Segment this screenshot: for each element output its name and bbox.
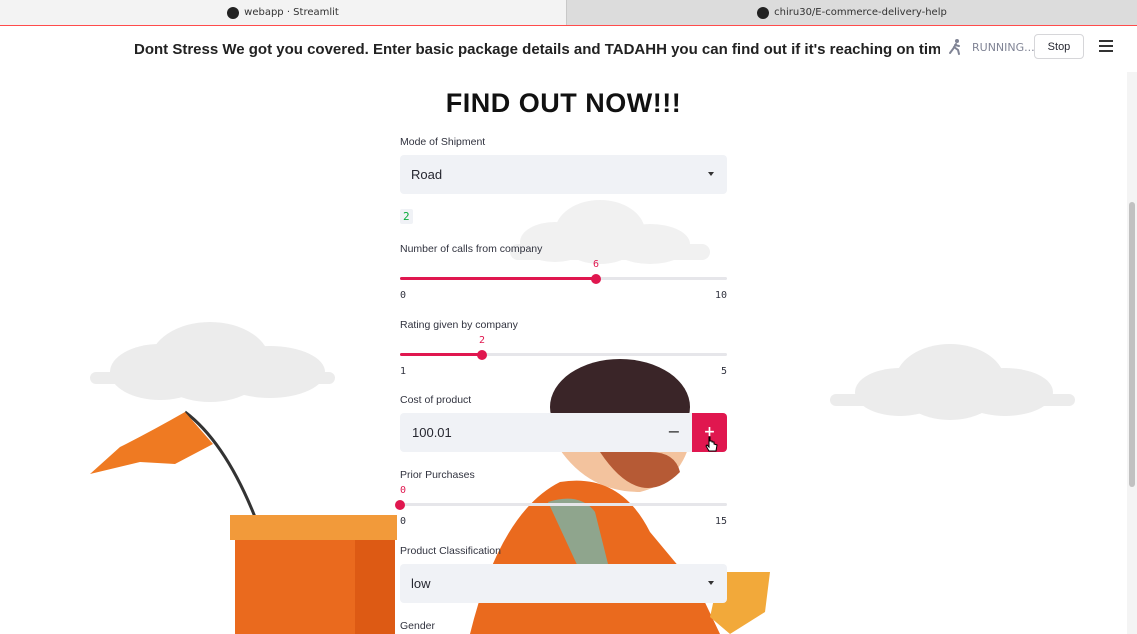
- selected-index-output: 2: [400, 209, 413, 224]
- cost-label: Cost of product: [400, 394, 472, 406]
- product-classification-select[interactable]: low: [400, 564, 727, 603]
- slider-thumb[interactable]: [395, 500, 405, 510]
- slider-min-label: 1: [400, 366, 407, 377]
- select-value: Road: [411, 167, 443, 182]
- rating-slider[interactable]: 2 1 5: [400, 335, 727, 377]
- select-value: low: [411, 576, 431, 591]
- app-header: Dont Stress We got you covered. Enter ba…: [0, 28, 1137, 72]
- decrement-button[interactable]: −: [656, 413, 692, 452]
- slider-max-label: 10: [714, 290, 727, 301]
- mouse-pointer-icon: [705, 436, 718, 452]
- cloud-right: [830, 344, 1075, 420]
- tab-label: webapp · Streamlit: [244, 7, 339, 18]
- chevron-down-icon: [708, 172, 714, 176]
- cost-number-input: 100.01 − +: [400, 413, 727, 452]
- slider-track[interactable]: [400, 503, 727, 506]
- product-classification-label: Product Classification: [400, 545, 501, 557]
- slider-thumb[interactable]: [591, 274, 601, 284]
- chevron-down-icon: [708, 581, 714, 585]
- slider-min-label: 0: [400, 516, 407, 527]
- box-top: [230, 515, 397, 540]
- tab-webapp[interactable]: webapp · Streamlit: [0, 0, 566, 25]
- tab-github[interactable]: chiru30/E-commerce-delivery-help: [566, 0, 1137, 25]
- slider-max-label: 15: [714, 516, 727, 527]
- slider-current-value: 6: [592, 259, 600, 270]
- slider-current-value: 2: [478, 335, 486, 346]
- browser-tab-bar: webapp · Streamlit chiru30/E-commerce-de…: [0, 0, 1137, 26]
- streamlit-icon: [227, 6, 240, 19]
- slider-thumb[interactable]: [477, 350, 487, 360]
- slider-max-label: 5: [720, 366, 727, 377]
- gender-label: Gender: [400, 620, 436, 632]
- slider-fill: [400, 277, 596, 280]
- page-scrollbar[interactable]: [1127, 72, 1137, 634]
- cloud-left: [90, 322, 335, 402]
- cost-input[interactable]: 100.01: [400, 413, 656, 452]
- slider-min-label: 0: [400, 290, 407, 301]
- scrollbar-thumb[interactable]: [1129, 202, 1135, 487]
- slider-fill: [400, 353, 482, 356]
- tab-label: chiru30/E-commerce-delivery-help: [774, 7, 947, 18]
- prior-purchases-label: Prior Purchases: [400, 469, 475, 481]
- slider-current-value: 0: [400, 485, 407, 496]
- running-label: RUNNING...: [972, 40, 1035, 54]
- hamburger-menu-icon[interactable]: [1099, 40, 1113, 52]
- mode-of-shipment-label: Mode of Shipment: [400, 136, 486, 148]
- calls-slider[interactable]: 6 0 10: [400, 259, 727, 301]
- prior-purchases-slider[interactable]: 0 0 15: [395, 485, 727, 527]
- marquee-banner: Dont Stress We got you covered. Enter ba…: [0, 28, 940, 72]
- stop-button[interactable]: Stop: [1034, 34, 1084, 59]
- page-title: FIND OUT NOW!!!: [445, 88, 682, 118]
- github-icon: [757, 6, 770, 19]
- mode-of-shipment-select[interactable]: Road: [400, 155, 727, 194]
- calls-label: Number of calls from company: [400, 243, 543, 255]
- running-status: RUNNING...: [946, 38, 1035, 56]
- marquee-text: Dont Stress We got you covered. Enter ba…: [134, 41, 940, 58]
- rating-label: Rating given by company: [400, 319, 518, 331]
- running-man-icon: [949, 39, 960, 55]
